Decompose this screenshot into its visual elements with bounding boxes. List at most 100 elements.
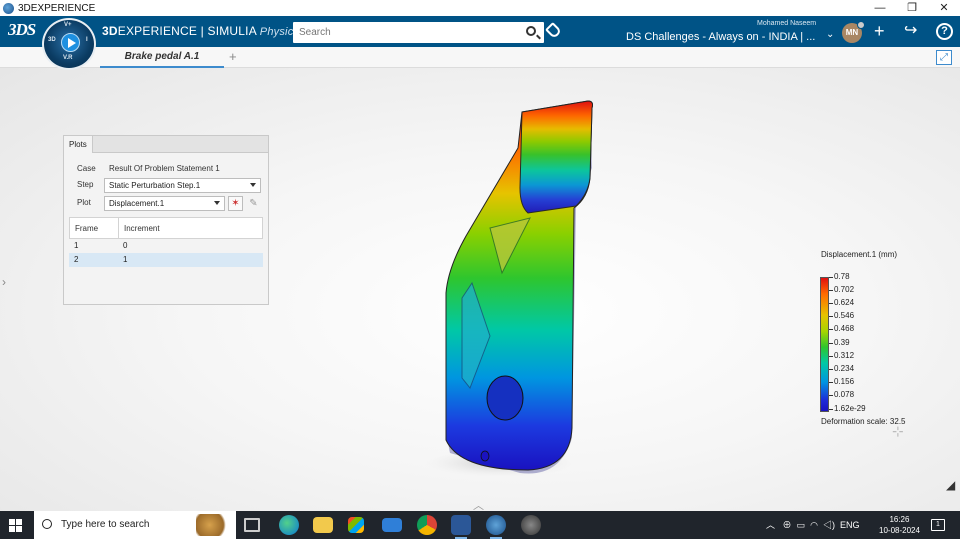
mail-icon[interactable]	[382, 518, 402, 532]
table-cell-increment: 0	[123, 241, 128, 250]
brand-title: 3DEXPERIENCE | SIMULIA Physics R...	[102, 24, 320, 38]
tab-brake-pedal[interactable]: Brake pedal A.1	[100, 47, 224, 68]
frame-table: Frame Increment 1 0 2 1	[69, 217, 263, 267]
legend-title: Displacement.1 (mm)	[821, 250, 898, 259]
close-button[interactable]: ✕	[928, 0, 960, 16]
app-globe-icon	[3, 2, 14, 14]
search-input[interactable]	[293, 22, 513, 43]
tag-icon[interactable]	[545, 22, 562, 39]
legend-tick: 1.62e-29	[829, 404, 866, 413]
compass-bottom-label: V.R	[63, 55, 73, 61]
pedal-pad	[519, 100, 593, 214]
compass-widget[interactable]: V+ 3D I V.R	[42, 18, 96, 70]
tab-strip: Brake pedal A.1 + ⤢	[0, 47, 960, 68]
chevron-down-icon[interactable]: ⌄	[826, 29, 834, 40]
avatar-initials: MN	[845, 28, 859, 37]
compass-left-label: 3D	[48, 37, 56, 43]
chevron-up-icon[interactable]: ︿	[766, 520, 775, 530]
system-tray: ︿ ⊕ ▭ ◠ ◁) ENG	[766, 518, 860, 531]
pedal-pivot-hole	[486, 375, 524, 421]
3d-viewport[interactable]: › Plots Case Result Of Problem Statement…	[0, 68, 960, 511]
table-row[interactable]: 1 0	[69, 239, 263, 253]
chrome-icon[interactable]	[417, 515, 437, 535]
volume-icon[interactable]: ◁)	[823, 520, 835, 530]
edit-icon[interactable]: ✎	[246, 196, 261, 211]
legend-tick: 0.468	[828, 324, 855, 333]
fullscreen-icon[interactable]: ⤢	[936, 50, 952, 65]
window-title: 3DEXPERIENCE	[18, 2, 96, 14]
wifi-icon[interactable]: ◠	[810, 520, 818, 530]
window-controls: — ❐ ✕	[864, 0, 960, 16]
resize-handle-icon[interactable]: ◢	[946, 478, 955, 492]
ds-logo-icon[interactable]: 3DS	[8, 20, 36, 40]
play-icon[interactable]	[61, 33, 80, 52]
help-button[interactable]: ?	[936, 23, 953, 40]
windows-start-icon[interactable]	[9, 519, 22, 532]
case-label: Case	[77, 164, 96, 173]
word-icon[interactable]	[451, 515, 471, 539]
column-frame: Frame	[70, 218, 119, 238]
brand-bold: 3D	[102, 24, 118, 38]
language-indicator[interactable]: ENG	[840, 520, 860, 530]
legend-tick: 0.702	[828, 285, 855, 294]
brand-rest: EXPERIENCE | SIMULIA	[117, 24, 257, 38]
case-value: Result Of Problem Statement 1	[109, 164, 220, 173]
plot-select[interactable]: Displacement.1	[104, 196, 225, 211]
battery-icon[interactable]: ▭	[797, 520, 806, 530]
legend-tick: 0.546	[828, 311, 855, 320]
store-icon[interactable]	[348, 517, 364, 533]
column-increment: Increment	[124, 224, 160, 233]
obs-icon[interactable]	[521, 515, 541, 535]
add-button[interactable]: +	[874, 22, 885, 40]
file-explorer-icon[interactable]	[313, 517, 333, 533]
taskbar-search[interactable]: Type here to search	[34, 511, 236, 539]
search-icon[interactable]	[526, 26, 536, 36]
legend-tick: 0.624	[828, 298, 855, 307]
step-label: Step	[77, 180, 94, 189]
step-select-value: Static Perturbation Step.1	[109, 181, 201, 190]
chevron-down-icon	[214, 201, 220, 205]
chevron-up-icon[interactable]: ︿	[473, 497, 484, 511]
legend-tick: 0.078	[828, 390, 855, 399]
window-titlebar: 3DEXPERIENCE — ❐ ✕	[0, 0, 960, 16]
step-select[interactable]: Static Perturbation Step.1	[104, 178, 261, 193]
plot-settings-icon[interactable]: ✶	[228, 196, 243, 211]
restore-button[interactable]: ❐	[896, 0, 928, 16]
legend-tick: 0.156	[828, 377, 855, 386]
notification-dot-icon	[857, 21, 865, 29]
plots-panel-header: Plots	[64, 136, 268, 153]
table-cell-frame: 2	[74, 255, 79, 264]
share-button[interactable]: ↪	[904, 22, 917, 40]
tab-plots[interactable]: Plots	[64, 136, 93, 153]
taskbar-search-text: Type here to search	[61, 519, 150, 530]
plot-label: Plot	[77, 198, 91, 207]
app-header: 3DS 3DEXPERIENCE | SIMULIA Physics R... …	[0, 16, 960, 47]
minimize-button[interactable]: —	[864, 0, 896, 16]
clock-date: 10-08-2024	[879, 526, 920, 535]
search-box	[293, 22, 544, 43]
table-cell-frame: 1	[74, 241, 79, 250]
table-header: Frame Increment	[69, 217, 263, 239]
legend-colorbar	[820, 277, 829, 412]
add-tab-button[interactable]: +	[229, 49, 237, 64]
edge-icon[interactable]	[279, 515, 299, 535]
clock-time: 16:26	[889, 515, 910, 524]
pedal-small-hole	[480, 450, 490, 462]
3dexperience-icon[interactable]	[486, 515, 506, 539]
notification-icon[interactable]: 1	[931, 519, 945, 531]
user-name: Mohamed Naseem	[757, 20, 817, 27]
legend-tick: 0.78	[829, 272, 850, 281]
legend-tick: 0.39	[829, 338, 850, 347]
compass-right-label: I	[86, 37, 88, 43]
table-row[interactable]: 2 1	[69, 253, 263, 267]
orientation-triad-icon[interactable]: ⊹	[892, 423, 904, 440]
avatar[interactable]: MN	[842, 21, 865, 43]
network-icon[interactable]: ⊕	[783, 520, 792, 530]
clock[interactable]: 16:26 10-08-2024	[879, 514, 920, 536]
legend-tick: 0.234	[828, 364, 855, 373]
task-view-icon[interactable]	[244, 518, 260, 532]
legend-tick: 0.312	[828, 351, 855, 360]
collab-space-selector[interactable]: DS Challenges - Always on - INDIA | ...	[626, 31, 815, 43]
search-icon	[42, 519, 52, 529]
table-cell-increment: 1	[123, 255, 128, 264]
